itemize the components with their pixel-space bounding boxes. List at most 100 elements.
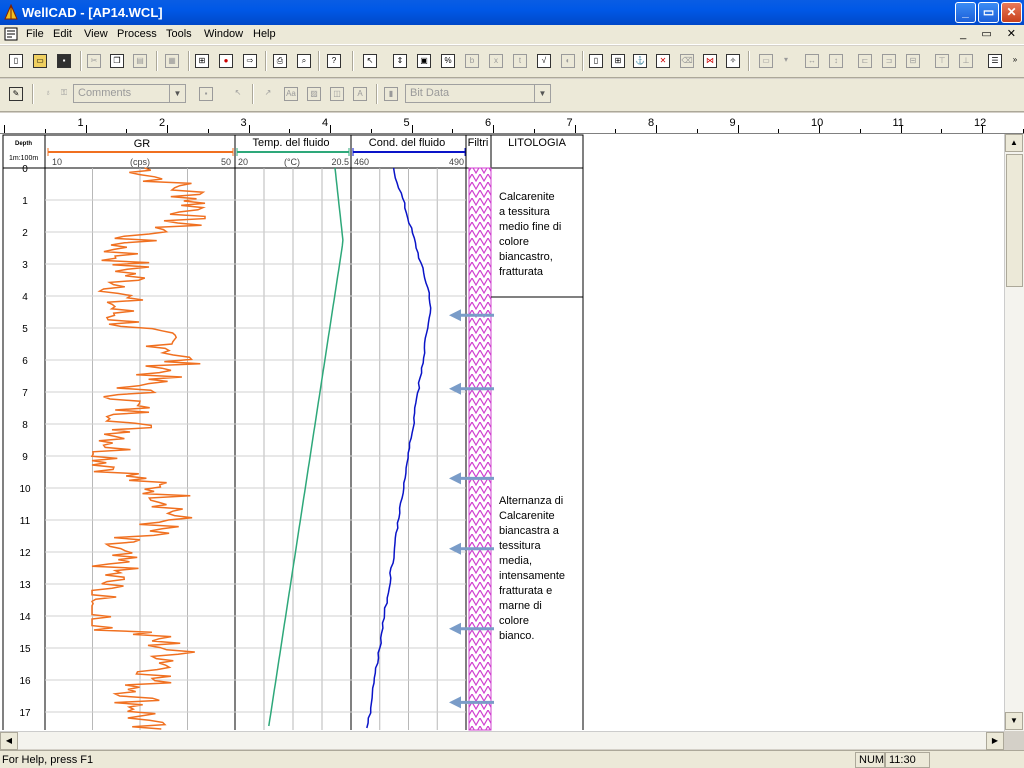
save-disk-icon[interactable]: ▪ <box>54 51 74 71</box>
help-question-icon[interactable]: ? <box>324 51 344 71</box>
menu-file[interactable]: File <box>26 28 44 40</box>
magic-tool-icon[interactable]: ✧ <box>723 51 743 71</box>
pencil-icon[interactable]: ✎ <box>6 84 26 104</box>
depth-label: 14 <box>19 612 31 623</box>
distribute-icon[interactable]: ⊟ <box>903 51 923 71</box>
depth-label: 16 <box>19 676 31 687</box>
depth-label: 13 <box>19 580 31 591</box>
document-view-icon[interactable]: ▯ <box>586 51 606 71</box>
ruler-label: 3 <box>240 117 247 129</box>
menu-tools[interactable]: Tools <box>166 28 192 40</box>
chevron-down-icon[interactable]: ▼ <box>534 85 550 102</box>
close-button[interactable]: ✕ <box>1001 2 1022 23</box>
zoom-select-icon[interactable]: ▣ <box>414 51 434 71</box>
export-icon[interactable]: ⇨ <box>240 51 260 71</box>
bit-data-combo[interactable]: Bit Data ▼ <box>405 84 551 103</box>
vertical-scrollbar[interactable]: ▲ ▼ <box>1004 134 1024 731</box>
lithology-unit-1: Calcarenite a tessitura medio fine di color… <box>499 191 561 278</box>
restore-button[interactable]: ▭ <box>978 2 999 23</box>
scroll-down-icon[interactable]: ▼ <box>1005 712 1023 730</box>
bit-data-icon[interactable]: ▮ <box>381 84 401 104</box>
move-up-icon[interactable]: ⊤ <box>932 51 952 71</box>
align-left-icon[interactable]: ⊏ <box>855 51 875 71</box>
depth-label: 4 <box>22 292 28 303</box>
toolbar-separator <box>376 84 378 104</box>
eraser-icon[interactable]: ⌫ <box>677 51 697 71</box>
crossplot-icon[interactable]: ✕ <box>653 51 673 71</box>
percent-icon[interactable]: % <box>438 51 458 71</box>
depth-label: 9 <box>22 452 28 463</box>
fit-width-icon[interactable]: ↔ <box>802 51 822 71</box>
wellcad-logo-icon <box>4 4 18 20</box>
paste-icon[interactable]: ▤ <box>130 51 150 71</box>
menu-edit[interactable]: Edit <box>53 28 72 40</box>
toolbar-overflow-icon[interactable]: » <box>1008 51 1022 71</box>
mdi-window-controls[interactable]: _ ▭ ✕ <box>960 27 1022 40</box>
cursor-icon[interactable]: ↖ <box>228 84 248 104</box>
minimize-button[interactable]: _ <box>955 2 976 23</box>
filtri-title: Filtri <box>468 137 489 149</box>
open-folder-icon[interactable]: ▭ <box>30 51 50 71</box>
scroll-right-icon[interactable]: ▶ <box>986 732 1004 750</box>
toolbar-separator <box>582 51 584 71</box>
formula-icon[interactable]: √ <box>534 51 554 71</box>
menu-help[interactable]: Help <box>253 28 276 40</box>
align-center-icon[interactable]: ⊐ <box>879 51 899 71</box>
ruler-tick <box>207 129 209 133</box>
temp-curve[interactable] <box>268 167 344 727</box>
layout-dropdown-icon[interactable]: ▾ <box>776 51 796 71</box>
text-style-icon[interactable]: Aa <box>281 84 301 104</box>
picture-icon[interactable]: ◫ <box>327 84 347 104</box>
fit-height-icon[interactable]: ↕ <box>826 51 846 71</box>
vertical-scroll-thumb[interactable] <box>1006 154 1023 287</box>
select-pointer-icon[interactable]: ↖ <box>360 51 380 71</box>
log-b-icon[interactable]: b <box>462 51 482 71</box>
lock-icon[interactable]: ⚿ <box>54 84 74 104</box>
document-icon[interactable] <box>4 27 18 41</box>
log-canvas[interactable]: Depth 1m:100m GR 10 (cps) 50 Temp. del f… <box>0 134 1004 731</box>
menu-process[interactable]: Process <box>117 28 157 40</box>
ruler-tick <box>615 129 617 133</box>
image-insert-icon[interactable]: ▨ <box>304 84 324 104</box>
frame-icon[interactable]: ▪ <box>196 84 216 104</box>
toolbar-separator <box>188 51 190 71</box>
move-down-icon[interactable]: ⊥ <box>956 51 976 71</box>
lithology-text-line: colore <box>499 236 529 248</box>
pin-icon[interactable]: ● <box>216 51 236 71</box>
scroll-up-icon[interactable]: ▲ <box>1005 134 1023 152</box>
anchor-icon[interactable]: ⚓ <box>630 51 650 71</box>
arrow-draw-icon[interactable]: ↗ <box>258 84 278 104</box>
print-preview-icon[interactable]: ⌕ <box>294 51 314 71</box>
gr-curve[interactable] <box>90 167 206 730</box>
new-file-icon[interactable]: ▯ <box>6 51 26 71</box>
cond-curve[interactable] <box>366 167 432 729</box>
object-toolbar: ✎ ♁ ⚿ Comments ▼ ▪ ↖ ↗ Aa ▨ ◫ A ▮ Bit Da… <box>0 79 1024 112</box>
horizontal-scrollbar[interactable]: ◀ ▶ <box>0 731 1004 750</box>
print-icon[interactable]: ⎙ <box>270 51 290 71</box>
table-icon[interactable]: ⊞ <box>608 51 628 71</box>
depth-shift-icon[interactable]: ⇕ <box>390 51 410 71</box>
comments-combo[interactable]: Comments ▼ <box>73 84 186 103</box>
menu-window[interactable]: Window <box>204 28 243 40</box>
properties-icon[interactable]: ☰ <box>985 51 1005 71</box>
num-lock-indicator: NUM <box>855 752 885 768</box>
menu-bar: File Edit View Process Tools Window Help… <box>0 25 1024 45</box>
structure-icon[interactable]: ⋈ <box>700 51 720 71</box>
hatch-pattern-icon[interactable]: ▦ <box>162 51 182 71</box>
lithology-text-line: medio fine di <box>499 221 561 233</box>
ruler-tick <box>85 125 87 133</box>
menu-view[interactable]: View <box>84 28 108 40</box>
import-data-icon[interactable]: ⊞ <box>192 51 212 71</box>
comments-combo-value: Comments <box>78 87 132 99</box>
annotation-icon[interactable]: A <box>350 84 370 104</box>
color-palette-icon[interactable]: ◐ <box>558 51 578 71</box>
ruler-tick <box>330 125 331 133</box>
layout-icon[interactable]: ▭ <box>756 51 776 71</box>
ruler-tick <box>411 125 413 133</box>
log-x-icon[interactable]: x <box>486 51 506 71</box>
cut-icon[interactable]: ✂ <box>84 51 104 71</box>
scroll-left-icon[interactable]: ◀ <box>0 732 18 750</box>
log-t-icon[interactable]: t <box>510 51 530 71</box>
copy-icon[interactable]: ❐ <box>107 51 127 71</box>
chevron-down-icon[interactable]: ▼ <box>169 85 185 102</box>
